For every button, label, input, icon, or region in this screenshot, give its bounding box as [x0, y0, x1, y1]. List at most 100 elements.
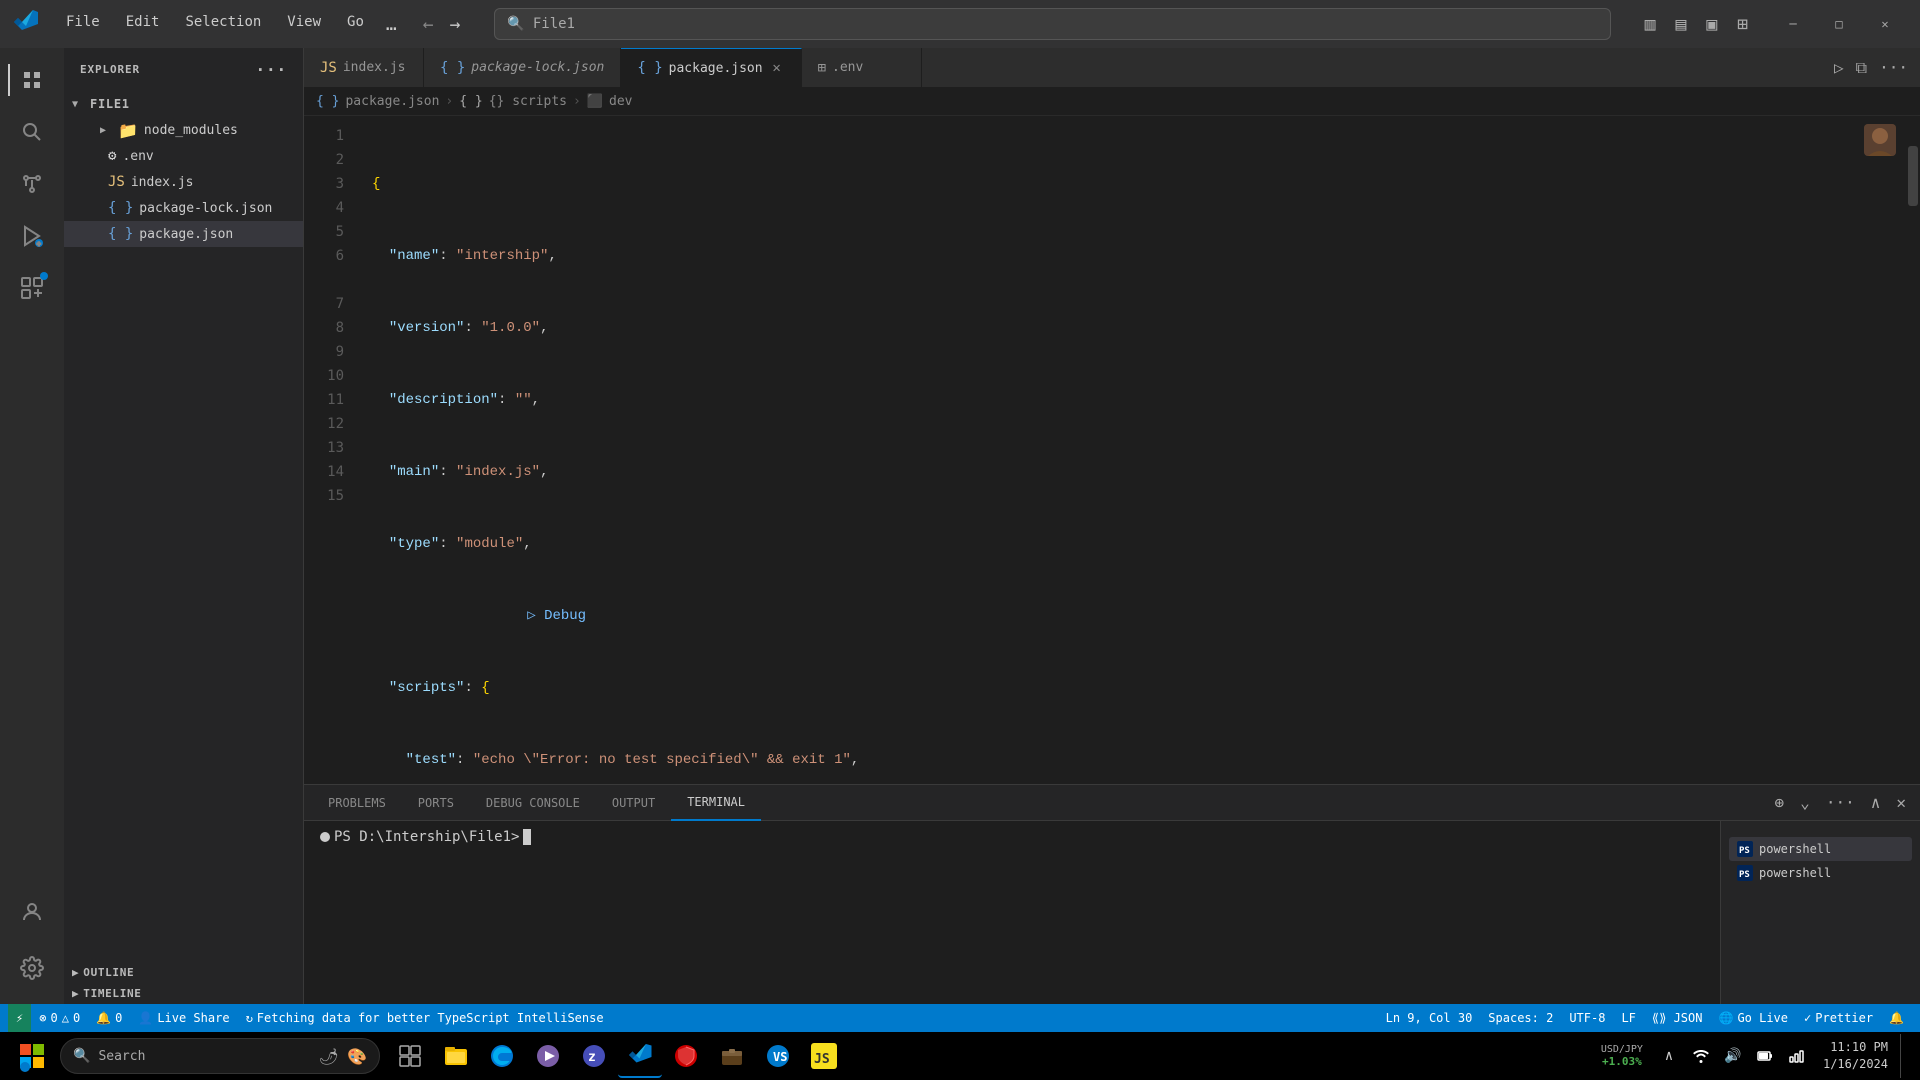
tab-problems[interactable]: PROBLEMS	[312, 785, 402, 821]
layout-icon-4[interactable]: ⊞	[1731, 10, 1754, 39]
powershell-instance-1[interactable]: PS powershell	[1729, 837, 1912, 861]
tray-chevron[interactable]: ∧	[1655, 1042, 1683, 1070]
terminal-split-button[interactable]: ⌄	[1794, 789, 1816, 816]
title-search-bar[interactable]: 🔍 File1	[494, 8, 1610, 40]
status-golive[interactable]: 🌐 Go Live	[1710, 1004, 1796, 1032]
status-encoding[interactable]: UTF-8	[1561, 1004, 1613, 1032]
status-position[interactable]: Ln 9, Col 30	[1378, 1004, 1481, 1032]
timeline-section[interactable]: ▶ TIMELINE	[64, 983, 303, 1004]
menu-selection[interactable]: Selection	[173, 10, 273, 39]
tray-battery[interactable]	[1751, 1042, 1779, 1070]
sidebar-item-package-lock[interactable]: { } package-lock.json	[64, 195, 303, 221]
sidebar-item-node-modules[interactable]: ▶ 📁 node_modules	[64, 117, 303, 143]
breadcrumb-dev[interactable]: dev	[609, 94, 632, 109]
menu-view[interactable]: View	[275, 10, 333, 39]
tab-package-lock[interactable]: { } package-lock.json	[424, 48, 621, 87]
tray-network[interactable]	[1783, 1042, 1811, 1070]
taskbar-vscode[interactable]	[618, 1034, 662, 1078]
status-filetype[interactable]: ⟪⟫ JSON	[1644, 1004, 1711, 1032]
activity-explorer[interactable]	[8, 56, 56, 104]
line-num-14: 14	[304, 460, 356, 484]
layout-icon-1[interactable]: ▥	[1639, 10, 1662, 39]
terminal-maximize-button[interactable]: ∧	[1865, 789, 1887, 816]
status-eol[interactable]: LF	[1613, 1004, 1643, 1032]
minimize-button[interactable]: ─	[1770, 8, 1816, 40]
taskbar-taskview[interactable]	[388, 1034, 432, 1078]
breadcrumb-file[interactable]: package.json	[345, 94, 439, 109]
tab-indexjs[interactable]: JS index.js	[304, 48, 424, 87]
tab-package-json[interactable]: { } package.json ✕	[621, 48, 801, 87]
scrollbar-thumb[interactable]	[1908, 146, 1918, 206]
code-content[interactable]: { "name": "intership", "version": "1.0.0…	[356, 116, 1920, 784]
tab-terminal[interactable]: TERMINAL	[671, 785, 761, 821]
taskbar-fileexplorer[interactable]	[434, 1034, 478, 1078]
layout-icon-3[interactable]: ▣	[1700, 10, 1723, 39]
activity-extensions[interactable]	[8, 264, 56, 312]
pkg-lock-icon: { }	[108, 200, 133, 216]
status-intellisense[interactable]: ↻ Fetching data for better TypeScript In…	[238, 1004, 612, 1032]
layout-icon-2[interactable]: ▤	[1669, 10, 1692, 39]
tab-env[interactable]: ⊞ .env	[802, 48, 922, 87]
status-errors[interactable]: ⊗ 0 △ 0	[31, 1004, 88, 1032]
tray-wifi[interactable]	[1687, 1042, 1715, 1070]
tab-debug-console[interactable]: DEBUG CONSOLE	[470, 785, 596, 821]
taskbar-clock[interactable]: 11:10 PM 1/16/2024	[1815, 1039, 1896, 1073]
spaces-text: Spaces: 2	[1488, 1011, 1553, 1025]
terminal-more-button[interactable]: ···	[1820, 789, 1861, 816]
outline-section[interactable]: ▶ OUTLINE	[64, 962, 303, 983]
show-desktop-button[interactable]	[1900, 1034, 1908, 1078]
tray-volume[interactable]: 🔊	[1719, 1042, 1747, 1070]
close-button[interactable]: ✕	[1862, 8, 1908, 40]
status-liveshare[interactable]: 👤 Live Share	[130, 1004, 237, 1032]
status-notifications[interactable]: 🔔	[1881, 1004, 1912, 1032]
tab-output[interactable]: OUTPUT	[596, 785, 671, 821]
breadcrumb-scripts[interactable]: {} scripts	[489, 94, 567, 109]
scrollbar[interactable]	[1906, 116, 1920, 784]
activity-source-control[interactable]	[8, 160, 56, 208]
stock-widget[interactable]: USD/JPY +1.03%	[1593, 1044, 1651, 1068]
status-remote[interactable]: ⚡	[8, 1004, 31, 1032]
sidebar-item-package-json[interactable]: { } package.json	[64, 221, 303, 247]
sidebar-item-indexjs[interactable]: JS index.js	[64, 169, 303, 195]
back-arrow[interactable]: ←	[417, 12, 440, 37]
forward-arrow[interactable]: →	[444, 12, 467, 37]
status-spaces[interactable]: Spaces: 2	[1480, 1004, 1561, 1032]
activity-account[interactable]	[8, 888, 56, 936]
taskbar-search[interactable]: 🔍 Search 🌶 🎨	[60, 1038, 380, 1074]
powershell-instance-2[interactable]: PS powershell	[1729, 861, 1912, 885]
tab-close-pkg-json[interactable]: ✕	[769, 60, 785, 76]
breadcrumb-sep-2: ›	[573, 94, 581, 109]
taskbar-package[interactable]	[710, 1034, 754, 1078]
sidebar-item-env[interactable]: ⚙ .env	[64, 143, 303, 169]
breadcrumb-sep-1: ›	[445, 94, 453, 109]
taskbar-media[interactable]	[526, 1034, 570, 1078]
terminal-close-button[interactable]: ✕	[1890, 789, 1912, 816]
root-folder-item[interactable]: ▼ FILE1	[64, 91, 303, 117]
taskbar-app-blue[interactable]: VS	[756, 1034, 800, 1078]
tab-label-pkg-json: package.json	[669, 61, 763, 76]
taskbar-chat[interactable]: z	[572, 1034, 616, 1078]
taskbar-edge[interactable]	[480, 1034, 524, 1078]
status-prettier[interactable]: ✓ Prettier	[1796, 1004, 1881, 1032]
split-editor-icon[interactable]: ⧉	[1852, 54, 1871, 82]
activity-settings[interactable]	[8, 944, 56, 992]
taskbar-shield[interactable]	[664, 1034, 708, 1078]
menu-file[interactable]: File	[54, 10, 112, 39]
menu-more[interactable]: …	[378, 10, 405, 39]
maximize-button[interactable]: □	[1816, 8, 1862, 40]
terminal-main[interactable]: PS D:\Intership\File1>	[304, 821, 1720, 1004]
status-bell[interactable]: 🔔 0	[88, 1004, 130, 1032]
code-line-1: {	[372, 172, 1920, 196]
more-actions-icon[interactable]: ···	[1875, 54, 1912, 81]
tab-ports[interactable]: PORTS	[402, 785, 470, 821]
taskbar-app-js[interactable]: JS	[802, 1034, 846, 1078]
sidebar-more-button[interactable]: ···	[255, 60, 287, 79]
menu-edit[interactable]: Edit	[114, 10, 172, 39]
menu-go[interactable]: Go	[335, 10, 376, 39]
search-icon: 🔍	[507, 16, 524, 32]
start-button[interactable]	[8, 1038, 56, 1074]
activity-run-debug[interactable]: +	[8, 212, 56, 260]
run-icon[interactable]: ▷	[1830, 54, 1848, 81]
activity-search[interactable]	[8, 108, 56, 156]
new-terminal-button[interactable]: ⊕	[1769, 789, 1791, 816]
